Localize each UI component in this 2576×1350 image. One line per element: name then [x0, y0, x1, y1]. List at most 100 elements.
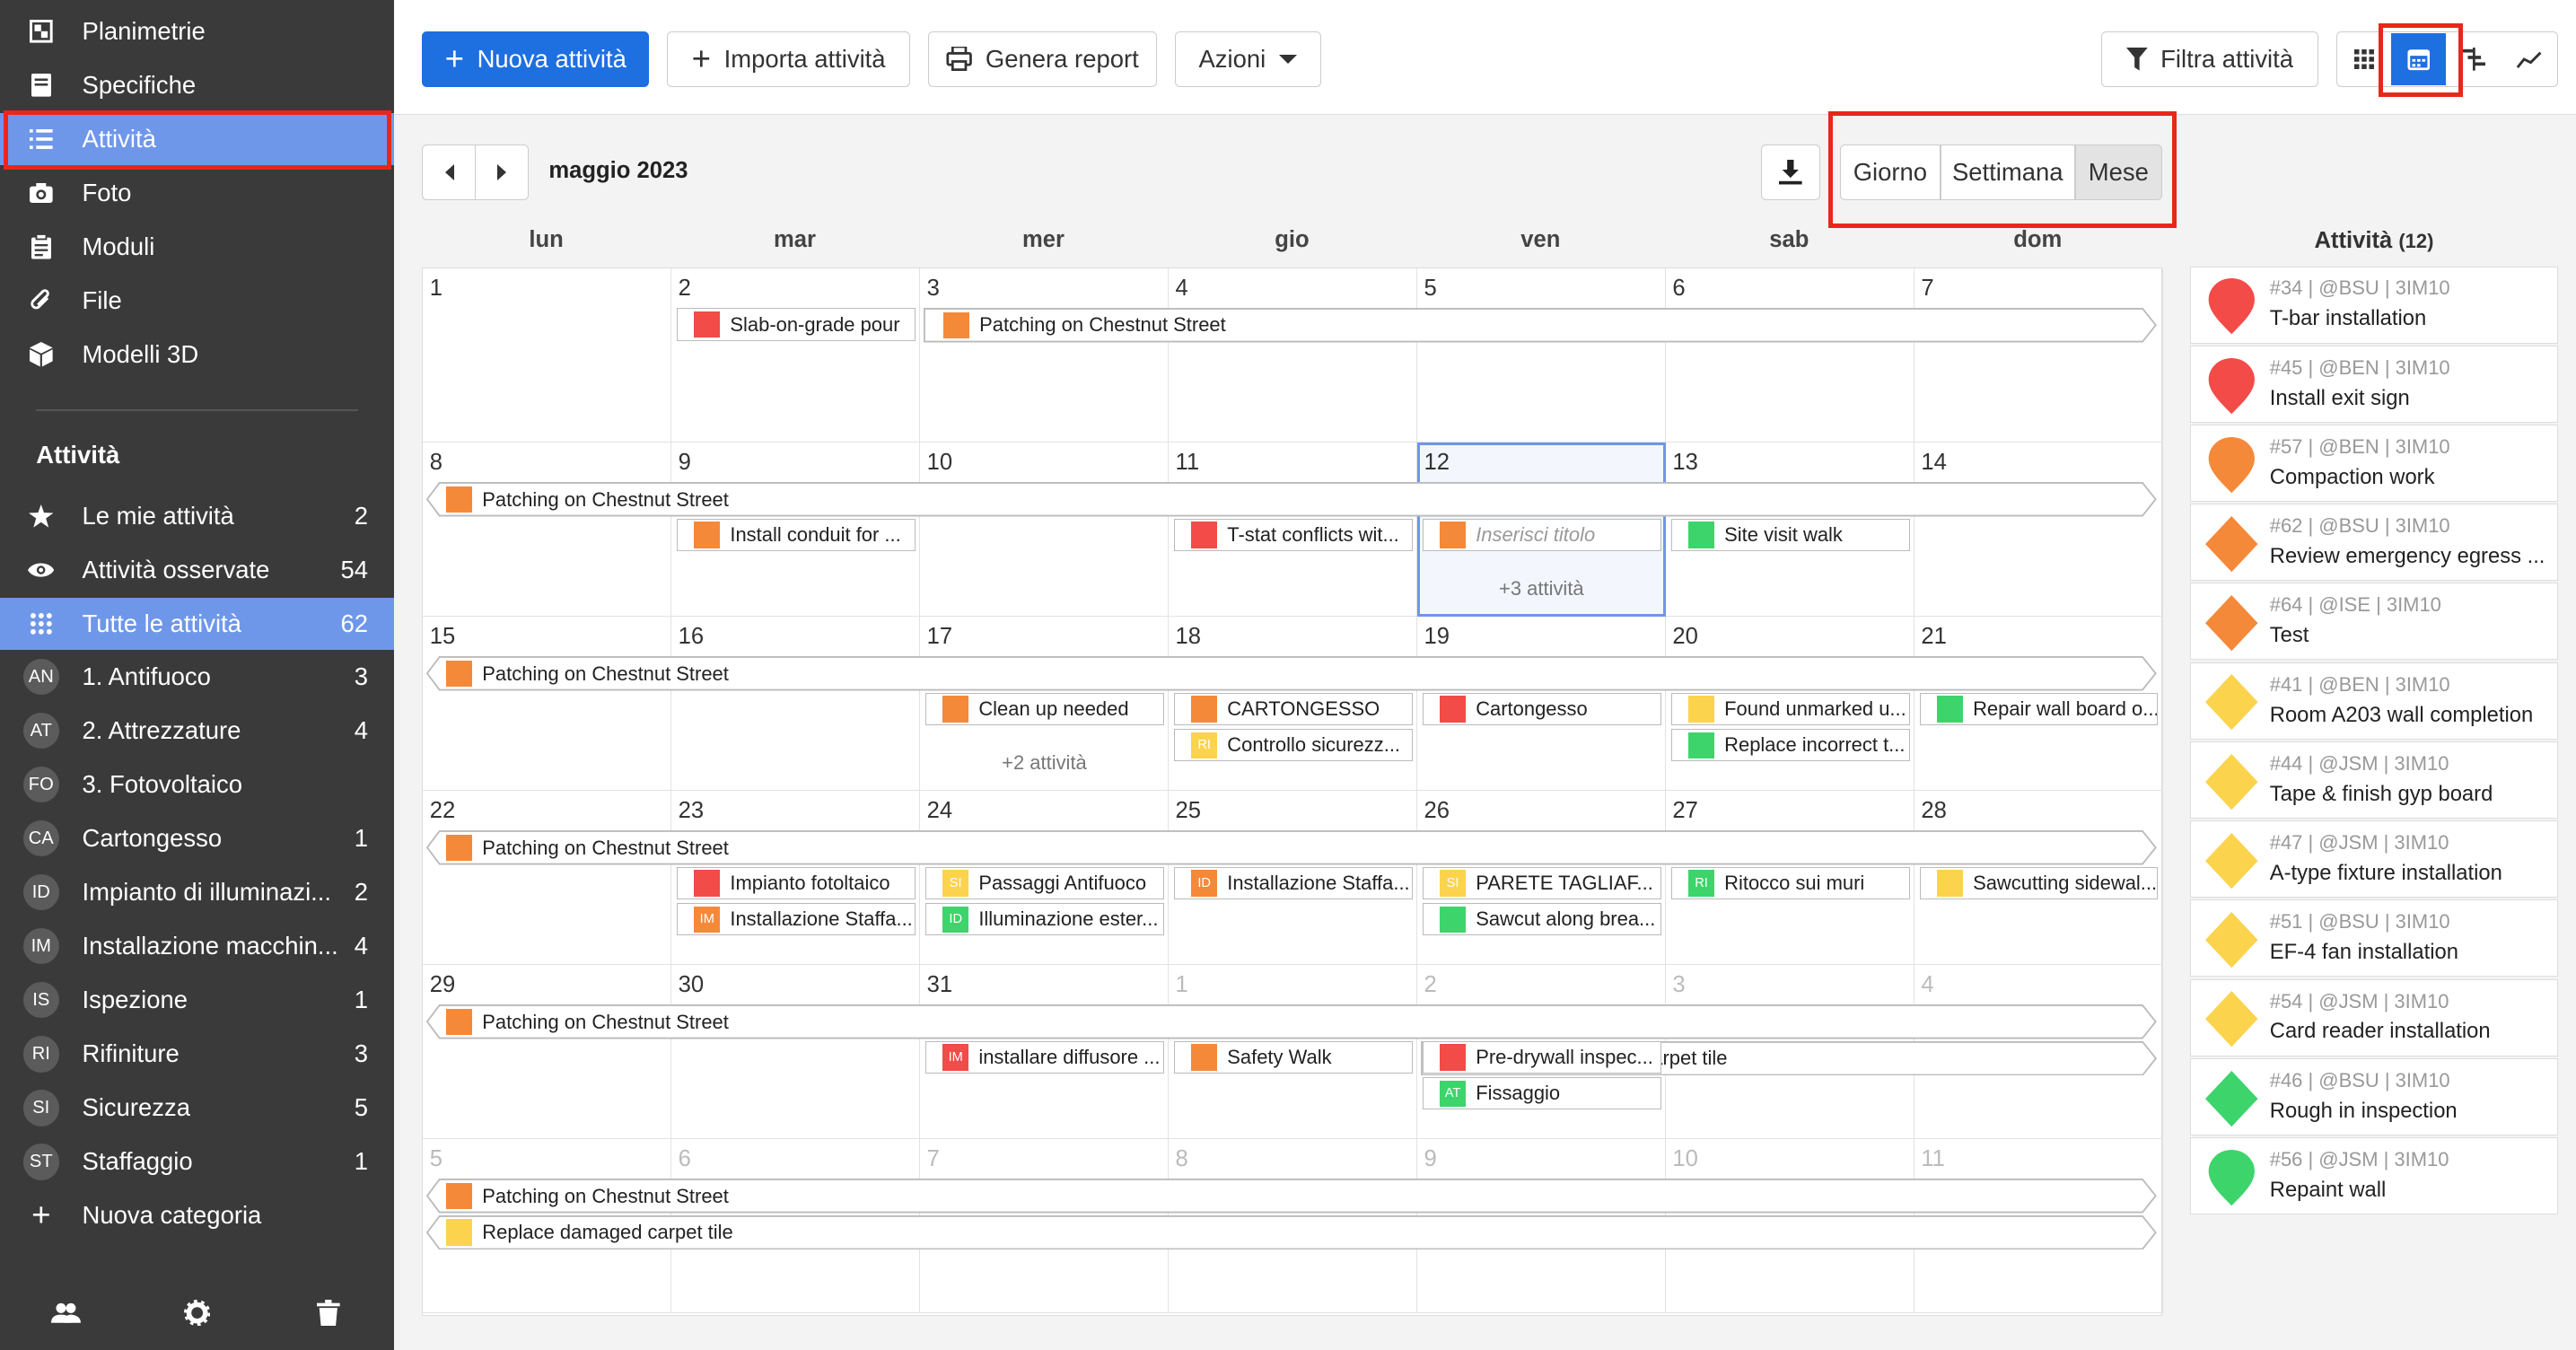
day-cell[interactable]: 16 [671, 617, 921, 792]
day-cell[interactable]: 29 [423, 965, 672, 1140]
activity-card[interactable]: #44 | @JSM | 3IM10 Tape & finish gyp boar… [2189, 741, 2558, 819]
calendar-event[interactable]: Slab-on-grade pour [676, 308, 916, 341]
day-number: 14 [1921, 449, 1947, 475]
activity-card[interactable]: #46 | @BSU | 3IM10 Rough in inspection [2189, 1057, 2558, 1135]
day-cell[interactable]: 5 [1417, 268, 1667, 443]
category-item-an[interactable]: AN 1. Antifuoco 3 [0, 651, 394, 704]
calendar-event[interactable]: IM installare diffusore ... [924, 1040, 1164, 1074]
activity-card[interactable]: #51 | @BSU | 3IM10 EF-4 fan installation [2189, 899, 2558, 977]
new-activity-button[interactable]: + Nuova attività [422, 31, 649, 87]
filter-activities-button[interactable]: Filtra attività [2101, 31, 2318, 87]
category-item-id[interactable]: ID Impianto di illuminazi... 2 [0, 866, 394, 919]
chart-view-icon[interactable] [2502, 33, 2557, 86]
calendar-event[interactable]: Clean up needed [924, 692, 1164, 726]
calendar-event[interactable]: RI Controllo sicurezz... [1173, 728, 1413, 762]
day-cell[interactable]: 7 [1914, 268, 2163, 443]
trash-icon[interactable] [263, 1299, 394, 1333]
calendar-event[interactable]: RI Ritocco sui muri [1670, 866, 1910, 900]
more-activities-link[interactable]: +3 attività [1417, 577, 1665, 600]
new-category-button[interactable]: + Nuova categoria [0, 1189, 394, 1242]
highlight-box-view-modes [1828, 111, 2177, 229]
next-month-button[interactable] [474, 145, 530, 201]
category-item-ca[interactable]: CA Cartongesso 1 [0, 812, 394, 865]
calendar-event[interactable]: Impianto fotoltaico [676, 866, 916, 900]
day-number: 9 [678, 449, 691, 475]
day-cell[interactable]: 6 [1666, 268, 1915, 443]
more-activities-link[interactable]: +2 attività [920, 751, 1168, 775]
category-item-ri[interactable]: RI Rifiniture 3 [0, 1028, 394, 1081]
activity-card[interactable]: #57 | @BEN | 3IM10 Compaction work [2189, 424, 2558, 502]
calendar-event[interactable]: Cartongesso [1422, 692, 1661, 726]
calendar-event[interactable]: SI PARETE TAGLIAF... [1422, 866, 1661, 900]
day-cell[interactable]: 14 [1914, 443, 2163, 618]
category-label: 1. Antifuoco [82, 662, 211, 691]
category-item-is[interactable]: IS Ispezione 1 [0, 974, 394, 1027]
download-icon [1779, 160, 1802, 185]
generate-report-button[interactable]: Genera report [928, 31, 1157, 87]
day-cell[interactable]: 8 [423, 443, 672, 618]
activity-card[interactable]: #41 | @BEN | 3IM10 Room A203 wall complet… [2189, 662, 2558, 740]
calendar-event[interactable]: IM Installazione Staffa... [676, 902, 916, 936]
download-button[interactable] [1761, 145, 1821, 201]
day-cell[interactable]: 10 [920, 443, 1170, 618]
filter-item-0[interactable]: Le mie attività 2 [0, 489, 394, 542]
activity-card[interactable]: #62 | @BSU | 3IM10 Review emergency egres… [2189, 504, 2558, 582]
calendar-event[interactable]: Sawcut along brea... [1422, 902, 1661, 936]
multi-day-event[interactable]: Patching on Chestnut Street [923, 308, 2157, 343]
category-item-at[interactable]: AT 2. Attrezzature 4 [0, 705, 394, 758]
calendar-event[interactable]: CARTONGESSO [1173, 692, 1413, 726]
calendar-event[interactable]: Site visit walk [1670, 518, 1910, 552]
import-activities-button[interactable]: + Importa attività [667, 31, 911, 87]
multi-day-event[interactable]: Patching on Chestnut Street [426, 830, 2157, 865]
calendar-event[interactable]: Safety Walk [1173, 1040, 1413, 1074]
category-item-st[interactable]: ST Staffaggio 1 [0, 1135, 394, 1188]
calendar-event[interactable]: Install conduit for ... [676, 518, 916, 552]
calendar-event[interactable]: SI Passaggi Antifuoco [924, 866, 1164, 900]
calendar-event[interactable]: Inserisci titolo [1422, 518, 1661, 552]
category-label: Ispezione [82, 986, 188, 1014]
multi-day-event[interactable]: Patching on Chestnut Street [426, 482, 2157, 517]
day-number: 2 [1424, 971, 1437, 997]
day-cell[interactable]: 30 [671, 965, 921, 1140]
category-item-si[interactable]: SI Sicurezza 5 [0, 1082, 394, 1135]
multi-day-event[interactable]: Patching on Chestnut Street [426, 656, 2157, 691]
users-icon[interactable] [0, 1301, 131, 1331]
activity-card[interactable]: #64 | @ISE | 3IM10 Test [2189, 583, 2558, 661]
sidebar-item-specifiche[interactable]: Specifiche [0, 59, 394, 112]
multi-day-event[interactable]: Patching on Chestnut Street [426, 1004, 2157, 1039]
actions-dropdown[interactable]: Azioni [1174, 31, 1321, 87]
calendar-event[interactable]: ID Illuminazione ester... [924, 902, 1164, 936]
calendar-event[interactable]: Found unmarked u... [1670, 692, 1910, 726]
sidebar-item-modelli-3d[interactable]: Modelli 3D [0, 329, 394, 381]
category-item-fo[interactable]: FO 3. Fotovoltaico [0, 758, 394, 811]
day-cell[interactable]: 2 [671, 268, 921, 443]
calendar-event[interactable]: Sawcutting sidewal... [1919, 866, 2159, 900]
gear-icon[interactable] [131, 1299, 262, 1333]
activity-card[interactable]: #45 | @BEN | 3IM10 Install exit sign [2189, 345, 2558, 423]
prev-month-button[interactable] [422, 145, 477, 201]
day-cell[interactable]: 4 [1169, 268, 1418, 443]
calendar-event[interactable]: AT Fissaggio [1422, 1076, 1661, 1110]
day-cell[interactable]: 22 [423, 791, 672, 966]
calendar-event[interactable]: T-stat conflicts wit... [1173, 518, 1413, 552]
filter-item-2[interactable]: Tutte le attività 62 [0, 597, 395, 651]
activity-card[interactable]: #47 | @JSM | 3IM10 A-type fixture install… [2189, 820, 2558, 899]
multi-day-event[interactable]: Replace damaged carpet tile [426, 1214, 2157, 1250]
multi-day-event[interactable]: Patching on Chestnut Street [426, 1179, 2157, 1214]
calendar-event[interactable]: ID Installazione Staffa... [1173, 866, 1413, 900]
sidebar-item-moduli[interactable]: Moduli [0, 221, 394, 274]
calendar-event[interactable]: Pre-drywall inspec... [1422, 1040, 1661, 1074]
sidebar-item-planimetrie[interactable]: Planimetrie [0, 4, 394, 57]
day-cell[interactable]: 3 [920, 268, 1170, 443]
activity-card[interactable]: #54 | @JSM | 3IM10 Card reader installati… [2189, 978, 2558, 1056]
filter-item-1[interactable]: Attività osservate 54 [0, 543, 394, 596]
day-cell[interactable]: 1 [423, 268, 672, 443]
activity-card[interactable]: #34 | @BSU | 3IM10 T-bar installation [2189, 266, 2558, 344]
sidebar-item-foto[interactable]: Foto [0, 167, 394, 220]
day-cell[interactable]: 15 [423, 617, 672, 792]
calendar-event[interactable]: Replace incorrect t... [1670, 728, 1910, 762]
calendar-event[interactable]: Repair wall board o... [1919, 692, 2159, 726]
sidebar-item-file[interactable]: File [0, 275, 394, 328]
category-item-im[interactable]: IM Installazione macchin... 4 [0, 920, 394, 973]
activity-card[interactable]: #56 | @JSM | 3IM10 Repaint wall [2189, 1136, 2558, 1214]
